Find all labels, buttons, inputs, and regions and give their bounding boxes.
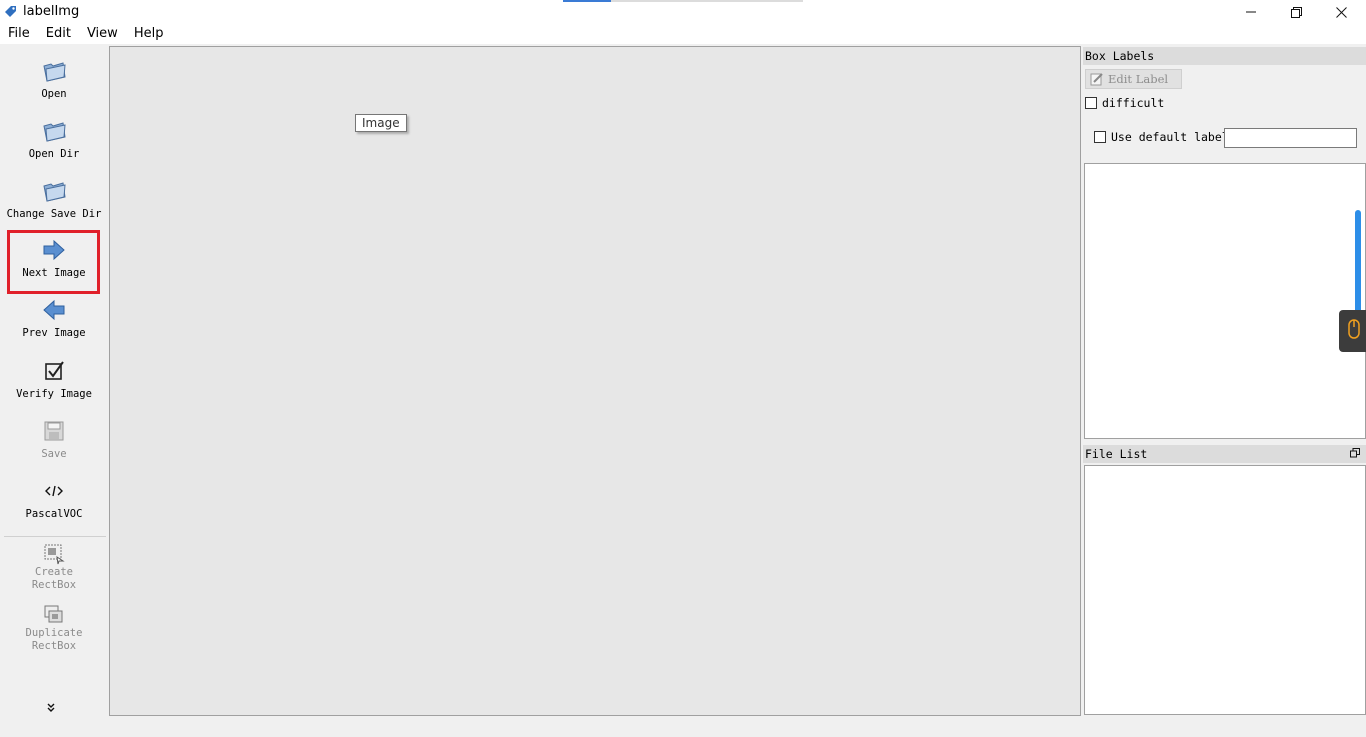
folder-icon: [43, 62, 66, 82]
menu-help[interactable]: Help: [126, 24, 172, 44]
app-logo-icon: [5, 6, 16, 17]
minimize-icon: [1246, 11, 1256, 13]
restore-icon: [1290, 6, 1302, 18]
file-list-title: File List: [1085, 447, 1148, 461]
label-list-scrollbar[interactable]: [1355, 210, 1361, 320]
create-rectbox-label: Create RectBox: [4, 566, 104, 592]
pascalvoc-button[interactable]: PascalVOC: [4, 478, 104, 521]
create-rectbox-line2: RectBox: [31, 579, 77, 591]
arrow-left-icon: [43, 299, 65, 321]
toolbar-divider: [4, 536, 106, 537]
menu-bar: File Edit View Help: [0, 24, 1366, 44]
floppy-icon: [44, 421, 64, 441]
window-title: labelImg: [23, 4, 80, 19]
edit-label-button[interactable]: Edit Label: [1085, 69, 1182, 89]
taskbar-accent-secondary: [611, 0, 803, 2]
prev-image-button[interactable]: Prev Image: [4, 297, 104, 340]
duplicate-rectbox-line1: Duplicate: [25, 627, 83, 639]
float-dock-icon[interactable]: [1350, 448, 1360, 458]
save-button[interactable]: Save: [4, 418, 104, 461]
menu-file[interactable]: File: [0, 24, 38, 44]
box-labels-title: Box Labels: [1085, 49, 1155, 63]
menu-view[interactable]: View: [79, 24, 126, 44]
difficult-label: difficult: [1102, 96, 1165, 110]
create-rectbox-button[interactable]: Create RectBox: [4, 543, 104, 592]
file-list[interactable]: [1084, 465, 1366, 715]
duplicate-rectbox-label: Duplicate RectBox: [4, 627, 104, 653]
open-dir-button[interactable]: Open Dir: [4, 118, 104, 161]
double-chevron-down-icon[interactable]: [46, 702, 56, 712]
verify-image-button[interactable]: Verify Image: [4, 358, 104, 401]
mouse-icon: [1348, 319, 1360, 339]
open-button[interactable]: Open: [4, 58, 104, 101]
checkbox-icon: [45, 361, 64, 380]
duplicate-rectbox-line2: RectBox: [31, 640, 77, 652]
pascalvoc-label: PascalVOC: [25, 508, 83, 520]
edit-label-text: Edit Label: [1108, 72, 1169, 86]
duplicate-rectbox-button[interactable]: Duplicate RectBox: [4, 604, 104, 653]
file-list-header: File List: [1083, 445, 1366, 463]
use-default-label-checkbox[interactable]: [1094, 131, 1106, 143]
save-label: Save: [41, 448, 67, 460]
image-canvas[interactable]: Image: [109, 46, 1081, 716]
verify-image-label: Verify Image: [16, 388, 92, 400]
folder-icon: [43, 182, 66, 202]
folder-icon: [43, 122, 66, 142]
box-labels-header: Box Labels: [1083, 47, 1366, 65]
duplicate-icon: [44, 605, 63, 623]
close-button[interactable]: [1318, 0, 1364, 24]
edit-icon: [1090, 73, 1103, 86]
canvas-tooltip: Image: [355, 114, 407, 132]
left-toolbar: Open Open Dir Change Save Dir Next Image…: [0, 46, 108, 714]
rectbox-icon: [44, 544, 65, 565]
status-bar: [0, 716, 1366, 737]
open-dir-label: Open Dir: [28, 148, 80, 160]
taskbar-accent: [563, 0, 611, 2]
code-icon: [45, 485, 63, 497]
minimize-button[interactable]: [1228, 0, 1274, 24]
menu-edit[interactable]: Edit: [38, 24, 79, 44]
difficult-checkbox[interactable]: [1085, 97, 1097, 109]
title-bar: labelImg: [0, 0, 1366, 24]
default-label-input[interactable]: [1224, 128, 1357, 148]
prev-image-label: Prev Image: [22, 327, 86, 339]
side-widget[interactable]: [1339, 310, 1366, 352]
next-image-highlight: [7, 230, 100, 294]
use-default-label-text: Use default label: [1111, 130, 1229, 144]
box-labels-dock: Box Labels Edit Label difficult Use defa…: [1083, 47, 1366, 440]
restore-button[interactable]: [1273, 0, 1319, 24]
label-list[interactable]: [1084, 163, 1366, 439]
open-label: Open: [41, 88, 67, 100]
create-rectbox-line1: Create: [35, 566, 73, 578]
file-list-dock: File List: [1083, 445, 1366, 716]
change-save-dir-label: Change Save Dir: [6, 208, 102, 220]
close-icon: [1335, 6, 1347, 18]
change-save-dir-button[interactable]: Change Save Dir: [4, 178, 104, 221]
